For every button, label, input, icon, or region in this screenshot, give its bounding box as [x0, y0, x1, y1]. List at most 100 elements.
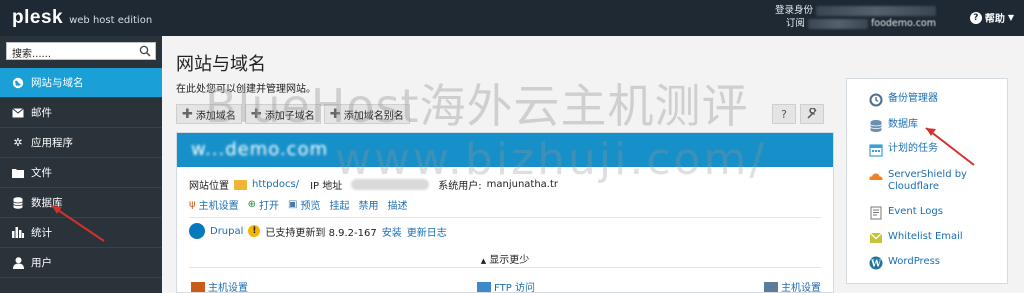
sidebar-item-applications[interactable]: ✲ 应用程序 [0, 128, 162, 158]
preview-link[interactable]: ▣ 预览 [288, 197, 320, 212]
backup-icon [869, 93, 883, 107]
site-location-link[interactable]: httpdocs/ [252, 179, 299, 190]
log-icon [870, 206, 882, 220]
ftp-icon [477, 281, 492, 292]
drupal-icon [189, 223, 205, 239]
sidebar-item-label: 网站与域名 [31, 77, 84, 89]
sidebar-item-label: 统计 [31, 227, 52, 239]
edition-text: web host edition [69, 15, 153, 26]
suspend-link[interactable]: 挂起 [329, 197, 349, 212]
page-title: 网站与域名 [176, 54, 266, 75]
bar-chart-icon [12, 227, 24, 239]
disable-link[interactable]: 禁用 [358, 197, 378, 212]
bottom-link[interactable]: FTP 访问 [477, 279, 535, 293]
backup-manager-link[interactable]: 备份管理器 [869, 93, 938, 107]
bottom-link-label: 主机设置 [208, 283, 248, 293]
site-location-label: 网站位置 [189, 181, 229, 192]
tool-label: Whitelist Email [888, 231, 963, 242]
sidebar-item-files[interactable]: 文件 [0, 158, 162, 188]
system-user-value: manjunatha.tr [486, 179, 559, 190]
ip-label: IP 地址 [310, 181, 343, 192]
help-menu[interactable]: ? 帮助 ▼ [969, 10, 1014, 25]
divider [189, 267, 821, 268]
page-description: 在此处您可以创建并管理网站。 [176, 84, 316, 95]
plesk-logo[interactable]: plesk web host edition [12, 7, 152, 29]
add-alias-label: 添加域名别名 [343, 110, 404, 122]
add-domain-label: 添加域名 [195, 110, 236, 122]
chevron-up-icon: ▲ [480, 257, 487, 265]
scheduled-tasks-link[interactable]: 计划的任务 [869, 143, 938, 157]
bottom-link-label: 主机设置 [781, 283, 821, 293]
search-placeholder: 搜索...... [12, 49, 52, 60]
logo-text: plesk [12, 7, 64, 28]
action-label: 打开 [259, 201, 279, 212]
domain-info-row: 网站位置 httpdocs/ IP 地址 系统用户: manjunatha.tr [189, 177, 558, 192]
add-alias-button[interactable]: ✚ 添加域名别名 [323, 104, 410, 124]
hosting-settings-icon: ψ [189, 199, 196, 210]
wordpress-link[interactable]: W WordPress [869, 256, 940, 270]
ip-redacted [351, 179, 430, 190]
hosting-settings-link[interactable]: ψ 主机设置 [189, 197, 239, 212]
wordpress-icon: W [869, 256, 883, 270]
app-row: Drupal ! 已支持更新到 8.9.2-167 安装 更新日志 [189, 223, 447, 239]
sidebar-item-databases[interactable]: 数据库 [0, 188, 162, 218]
bottom-links: 主机设置 FTP 访问 主机设置 [191, 279, 821, 293]
action-label: 描述 [387, 201, 408, 212]
add-subdomain-label: 添加子域名 [264, 110, 315, 122]
calendar-icon [869, 144, 883, 157]
servershield-link[interactable]: ServerShield by Cloudflare [869, 169, 999, 193]
tool-label: 备份管理器 [888, 93, 938, 104]
tool-label: Event Logs [888, 206, 943, 217]
tool-label: ServerShield by Cloudflare [888, 169, 967, 192]
sidebar-item-label: 邮件 [31, 107, 52, 119]
bottom-link[interactable]: 主机设置 [764, 279, 821, 293]
sidebar-item-label: 文件 [31, 167, 52, 179]
whitelist-email-link[interactable]: Whitelist Email [869, 231, 963, 245]
warning-icon: ! [248, 225, 261, 237]
plus-icon: ✚ [329, 106, 341, 122]
description-link[interactable]: 描述 [387, 197, 407, 212]
settings-icon [764, 281, 778, 292]
sidebar-item-mail[interactable]: 邮件 [0, 98, 162, 128]
sidebar-item-users[interactable]: 用户 [0, 248, 162, 278]
divider [189, 217, 821, 218]
whitelist-icon [869, 232, 883, 243]
domain-name[interactable]: w...demo.com [191, 139, 328, 160]
subscription-value[interactable]: foodemo.com [871, 18, 936, 29]
add-domain-button[interactable]: ✚ 添加域名 [176, 104, 242, 124]
action-label: 禁用 [358, 201, 379, 212]
wrench-icon[interactable] [800, 104, 824, 124]
install-link[interactable]: 安装 [382, 224, 402, 239]
action-label: 主机设置 [198, 201, 239, 212]
svg-text:W: W [870, 260, 882, 270]
plus-icon: ✚ [250, 106, 262, 122]
event-logs-link[interactable]: Event Logs [869, 206, 943, 220]
add-subdomain-button[interactable]: ✚ 添加子域名 [244, 104, 321, 124]
bottom-link-label: FTP 访问 [494, 283, 535, 293]
tools-panel: 备份管理器 数据库 计划的任务 ServerShield by Cloudfla… [846, 78, 1008, 284]
subscription-redacted [807, 18, 868, 29]
identity-label: 登录身份 [774, 5, 813, 16]
sidebar-item-label: 用户 [31, 257, 52, 269]
bottom-link[interactable]: 主机设置 [191, 279, 248, 293]
app-name-link[interactable]: Drupal [210, 226, 243, 237]
sidebar-item-statistics[interactable]: 统计 [0, 218, 162, 248]
folder-icon [12, 167, 24, 179]
databases-link[interactable]: 数据库 [869, 119, 918, 133]
sidebar-item-websites[interactable]: 网站与域名 [0, 68, 162, 98]
sidebar-item-label: 应用程序 [31, 137, 73, 149]
tool-label: 数据库 [888, 119, 918, 130]
open-link[interactable]: ⊕ 打开 [248, 197, 279, 212]
show-less-toggle[interactable]: ▲ 显示更少 [177, 251, 833, 266]
plus-icon: ✚ [182, 106, 193, 122]
domain-card: w...demo.com 网站位置 httpdocs/ IP 地址 系统用户: … [176, 132, 834, 293]
open-icon: ⊕ [247, 199, 256, 210]
search-input[interactable]: 搜索...... [6, 42, 156, 60]
search-icon[interactable] [139, 45, 151, 57]
system-user-label: 系统用户: [438, 181, 482, 192]
domain-actions: ψ 主机设置 ⊕ 打开 ▣ 预览 挂起 禁用 描述 [189, 197, 407, 212]
sidebar: 搜索...... 网站与域名 邮件 ✲ 应用程序 文件 数据库 统计 用户 [0, 36, 162, 293]
help-icon[interactable]: ? [772, 104, 796, 124]
database-icon [12, 196, 24, 209]
changelog-link[interactable]: 更新日志 [407, 224, 447, 239]
